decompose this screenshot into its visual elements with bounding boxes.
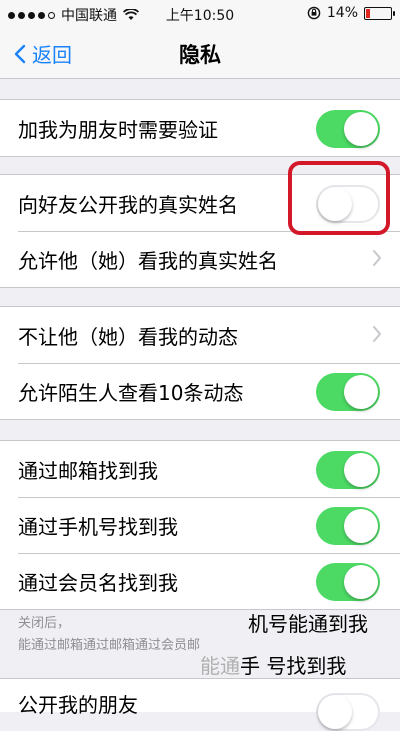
show-my-friends-toggle[interactable]: [316, 693, 380, 731]
battery-icon: [364, 6, 395, 20]
overlay-text-main: 手 号找到我: [240, 654, 347, 678]
battery-percent: 14%: [326, 5, 358, 21]
find-by-email-toggle[interactable]: [316, 451, 380, 489]
chevron-right-icon: [373, 326, 381, 342]
settings-group-friend-verify: 加我为朋友时需要验证: [0, 99, 400, 157]
highlight-annotation: [288, 161, 390, 235]
chevron-right-icon: [373, 250, 381, 266]
find-by-member-name-toggle[interactable]: [316, 563, 380, 601]
overlay-text: 机号能通到我: [248, 612, 368, 636]
row-label: 公开我的朋友: [18, 693, 138, 717]
row-label: 不让他（她）看我的动态: [18, 325, 238, 349]
settings-group-moments: 不让他（她）看我的动态 允许陌生人查看10条动态: [0, 306, 400, 420]
row-find-by-email: 通过邮箱找到我: [0, 441, 400, 497]
row-friend-verification: 加我为朋友时需要验证: [0, 100, 400, 156]
row-label: 通过会员名找到我: [18, 571, 178, 595]
row-hide-my-moments[interactable]: 不让他（她）看我的动态: [0, 307, 400, 363]
status-right: 14%: [307, 5, 395, 21]
row-label: 向好友公开我的真实姓名: [18, 193, 238, 217]
row-label: 允许他（她）看我的真实姓名: [18, 249, 278, 273]
footer-note-line2: 能通过邮箱通过邮箱通过会员邮: [18, 638, 201, 653]
overlay-text-2: 能通手 号找到我: [200, 650, 346, 679]
stranger-view-moments-toggle[interactable]: [316, 373, 380, 411]
lock-rotation-icon: [307, 6, 321, 20]
overlay-ghost-text: 能通: [200, 654, 240, 678]
footer-note-area: 关闭后， 能通过邮箱通过邮箱通过会员邮 机号能通到我 能通手 号找到我: [0, 608, 400, 678]
row-allow-view-real-name[interactable]: 允许他（她）看我的真实姓名: [0, 231, 400, 287]
row-label: 允许陌生人查看10条动态: [18, 381, 244, 405]
settings-group-find-me: 通过邮箱找到我 通过手机号找到我 通过会员名找到我: [0, 440, 400, 610]
status-bar: 中国联通 上午10:50 14%: [0, 0, 400, 28]
row-label: 通过手机号找到我: [18, 515, 178, 539]
row-find-by-phone: 通过手机号找到我: [0, 497, 400, 553]
row-stranger-view-moments: 允许陌生人查看10条动态: [0, 363, 400, 419]
footer-note: 关闭后，: [18, 616, 71, 631]
find-by-phone-toggle[interactable]: [316, 507, 380, 545]
row-find-by-member-name: 通过会员名找到我: [0, 553, 400, 609]
row-show-my-friends: 公开我的朋友: [0, 678, 400, 731]
row-label: 通过邮箱找到我: [18, 459, 158, 483]
navigation-bar: 返回 隐私: [0, 28, 400, 79]
row-label: 加我为朋友时需要验证: [18, 118, 218, 142]
friend-verification-toggle[interactable]: [316, 110, 380, 148]
page-title: 隐私: [179, 43, 221, 67]
